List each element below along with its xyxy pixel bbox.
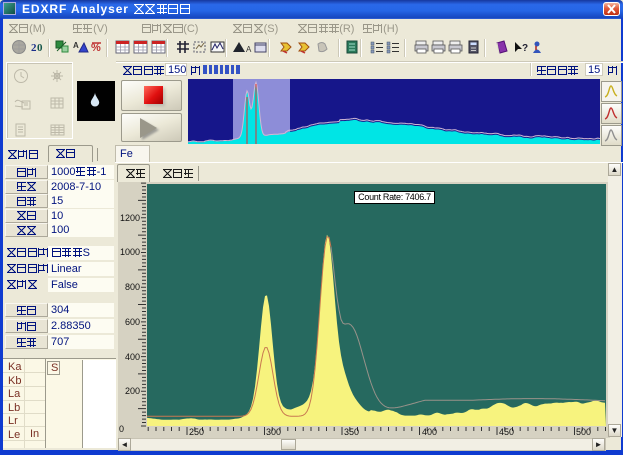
svg-text:%: % <box>91 42 101 54</box>
svg-text:?: ? <box>522 43 528 54</box>
svg-text:0: 0 <box>37 42 43 54</box>
svg-text:1200: 1200 <box>120 213 140 223</box>
svg-text:400: 400 <box>125 352 140 362</box>
svg-text:300: 300 <box>266 427 281 437</box>
svg-text:350: 350 <box>344 427 359 437</box>
svg-text:400: 400 <box>422 427 437 437</box>
svg-text:250: 250 <box>189 427 204 437</box>
svg-text:1000: 1000 <box>120 247 140 257</box>
svg-text:800: 800 <box>125 282 140 292</box>
svg-text:600: 600 <box>125 317 140 327</box>
svg-text:500: 500 <box>576 427 591 437</box>
svg-text:200: 200 <box>125 386 140 396</box>
svg-text:450: 450 <box>499 427 514 437</box>
svg-text:A: A <box>246 45 252 54</box>
svg-text:0: 0 <box>119 424 124 434</box>
svg-text:A: A <box>73 41 79 50</box>
